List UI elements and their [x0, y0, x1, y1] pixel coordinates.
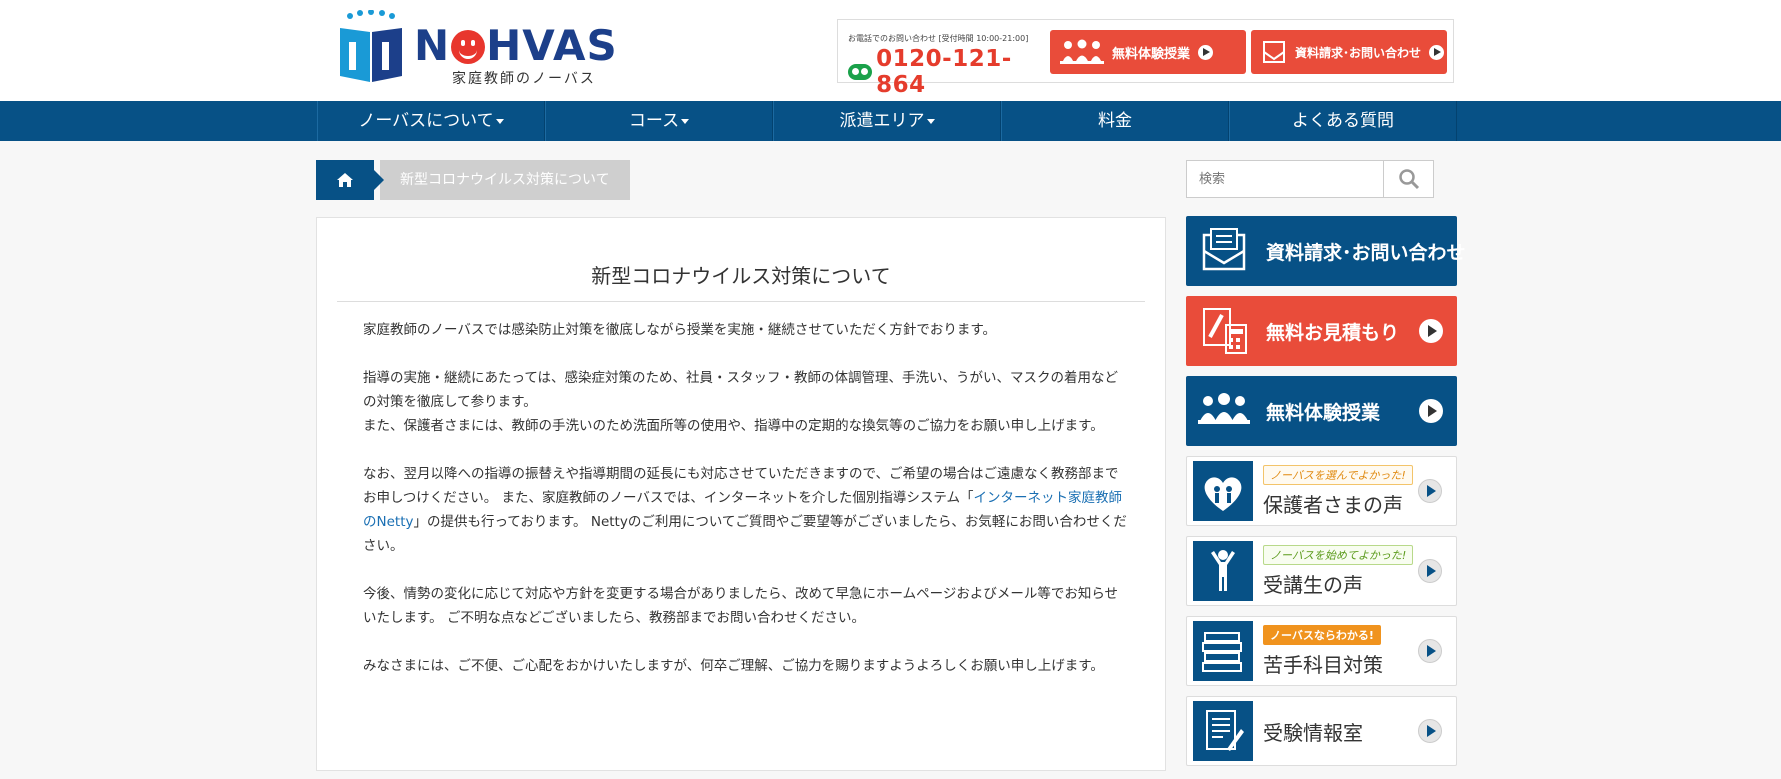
play-arrow-icon [1418, 639, 1442, 663]
sidebar-students-banner[interactable]: ノーバスを始めてよかった! 受講生の声 [1186, 536, 1457, 606]
logo-wordmark: N HVAS [414, 24, 618, 68]
students-tagline: ノーバスを始めてよかった! [1263, 545, 1414, 565]
freedial-icon [848, 64, 873, 80]
student-cheer-icon [1193, 541, 1253, 601]
weak-subject-label: 苦手科目対策 [1263, 653, 1383, 677]
search-button[interactable] [1384, 160, 1434, 198]
paragraph-2a: 指導の実施・継続にあたっては、感染症対策のため、社員・スタッフ・教師の体調管理、… [363, 370, 1119, 410]
caret-down-icon [681, 118, 690, 124]
nav-item-course[interactable]: コース [545, 101, 773, 141]
play-arrow-icon [1418, 479, 1442, 503]
header-docs-label: 資料請求･お問い合わせ [1295, 45, 1422, 60]
page-title: 新型コロナウイルス対策について [337, 260, 1145, 302]
header-docs-button[interactable]: 資料請求･お問い合わせ [1251, 30, 1447, 74]
caret-down-icon [495, 118, 504, 124]
parents-label: 保護者さまの声 [1263, 493, 1403, 517]
logo-letters-hvas: HVAS [486, 21, 618, 70]
parents-tagline: ノーバスを選んでよかった! [1263, 465, 1413, 485]
header-contact-box: お電話でのお問い合わせ [受付時間 10:00-21:00] 0120-121-… [837, 19, 1454, 98]
header-trial-button[interactable]: 無料体験授業 [1050, 30, 1246, 74]
phone-contact[interactable]: お電話でのお問い合わせ [受付時間 10:00-21:00] 0120-121-… [848, 33, 1048, 98]
sidebar-search [1186, 160, 1434, 198]
search-icon [1398, 169, 1419, 190]
nav-label: コース [628, 111, 680, 131]
paragraph-1: 家庭教師のノーバスでは感染防止対策を徹底しながら授業を実施・継続させていただく方… [363, 322, 997, 338]
header-trial-label: 無料体験授業 [1112, 46, 1191, 62]
logo-book-icon [340, 10, 402, 82]
phone-number: 0120-121-864 [876, 46, 1012, 98]
breadcrumb: 新型コロナウイルス対策について [316, 160, 630, 200]
students-icon [1198, 393, 1250, 424]
main-content: 新型コロナウイルス対策について 家庭教師のノーバスでは感染防止対策を徹底しながら… [316, 217, 1166, 771]
breadcrumb-current: 新型コロナウイルス対策について [380, 160, 630, 200]
site-header: N HVAS 家庭教師のノーバス お電話でのお問い合わせ [受付時間 10:00-… [0, 0, 1781, 101]
site-logo[interactable]: N HVAS 家庭教師のノーバス [336, 6, 636, 87]
sidebar-weak-subject-banner[interactable]: ノーバスならわかる! 苦手科目対策 [1186, 616, 1457, 686]
document-pen-icon [1193, 701, 1253, 761]
nav-item-price[interactable]: 料金 [1001, 101, 1229, 141]
nav-label: 料金 [1098, 111, 1132, 131]
books-icon [1193, 621, 1253, 681]
students-icon [1060, 39, 1104, 64]
sidebar-parents-banner[interactable]: ノーバスを選んでよかった! 保護者さまの声 [1186, 456, 1457, 526]
sidebar-trial-banner[interactable]: 無料体験授業 [1186, 376, 1457, 446]
play-arrow-icon [1419, 319, 1443, 343]
article-body: 家庭教師のノーバスでは感染防止対策を徹底しながら授業を実施・継続させていただく方… [363, 318, 1129, 702]
sidebar-exam-info-banner[interactable]: 受験情報室 [1186, 696, 1457, 766]
play-arrow-icon [1418, 559, 1442, 583]
envelope-icon [1263, 41, 1285, 63]
logo-smile-icon [451, 30, 486, 64]
play-arrow-icon [1429, 44, 1445, 60]
caret-down-icon [926, 118, 935, 124]
sidebar-docs-banner[interactable]: 資料請求･お問い合わせ [1186, 216, 1466, 286]
play-arrow-icon [1418, 719, 1442, 743]
sidebar-docs-label: 資料請求･お問い合わせ [1266, 241, 1466, 264]
paragraph-5: みなさまには、ご不便、ご心配をおかけいたしますが、何卒ご理解、ご協力を賜りますよ… [363, 658, 1104, 674]
students-label: 受講生の声 [1263, 573, 1363, 597]
envelope-icon [1202, 228, 1246, 271]
sidebar-estimate-banner[interactable]: 無料お見積もり [1186, 296, 1457, 366]
sidebar-trial-label: 無料体験授業 [1266, 401, 1381, 424]
weak-subject-tagline: ノーバスならわかる! [1263, 625, 1381, 645]
paragraph-2b: また、保護者さまには、教師の手洗いのため洗面所等の使用や、指導中の定期的な換気等… [363, 418, 1104, 434]
breadcrumb-home[interactable] [316, 160, 384, 200]
paragraph-2: 指導の実施・継続にあたっては、感染症対策のため、社員・スタッフ・教師の体調管理、… [363, 366, 1129, 438]
play-arrow-icon [1198, 44, 1214, 60]
nav-label: 派遣エリア [839, 111, 925, 131]
logo-subtitle: 家庭教師のノーバス [452, 71, 596, 87]
family-icon [1193, 461, 1253, 521]
exam-info-label: 受験情報室 [1263, 720, 1363, 745]
play-arrow-icon [1419, 399, 1443, 423]
paragraph-3: なお、翌月以降への指導の振替えや指導期間の延長にも対応させていただきますので、ご… [363, 462, 1129, 558]
search-input[interactable] [1186, 160, 1384, 198]
home-icon [337, 173, 353, 187]
paragraph-4: 今後、情勢の変化に応じて対応や方針を変更する場合がありましたら、改めて早急にホー… [363, 586, 1119, 626]
paragraph-3b: 」の提供も行っております。 Nettyのご利用についてご質問やご要望等がございま… [363, 514, 1127, 554]
nav-item-faq[interactable]: よくある質問 [1229, 101, 1457, 141]
nav-label: ノーバスについて [358, 111, 494, 131]
calculator-icon [1203, 308, 1247, 354]
logo-letter-n: N [414, 21, 451, 70]
sidebar-estimate-label: 無料お見積もり [1266, 321, 1400, 344]
phone-caption: お電話でのお問い合わせ [受付時間 10:00-21:00] [848, 34, 1029, 43]
nav-label: よくある質問 [1292, 111, 1394, 131]
nav-item-about[interactable]: ノーバスについて [317, 101, 545, 141]
nav-item-area[interactable]: 派遣エリア [773, 101, 1001, 141]
global-nav: ノーバスについて コース 派遣エリア 料金 よくある質問 [0, 101, 1781, 141]
